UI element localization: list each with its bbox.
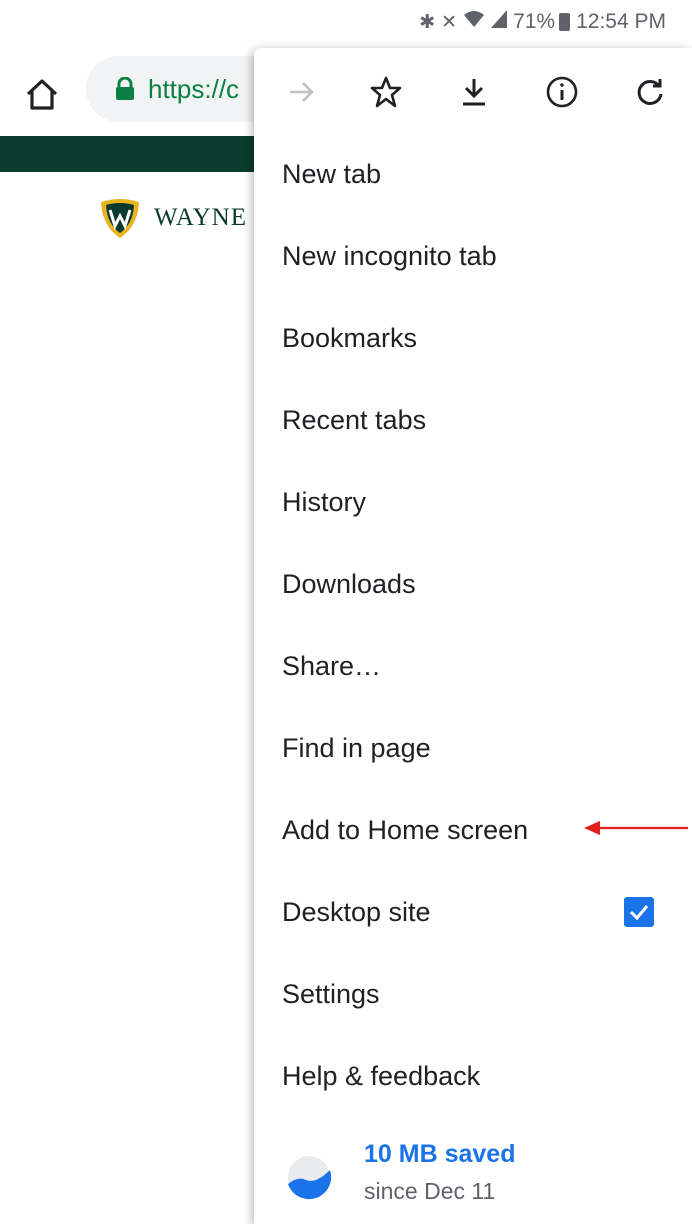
menu-item-label: History [282,486,367,517]
menu-item-bookmarks[interactable]: Bookmarks [282,308,682,368]
menu-item-desktop-site[interactable]: Desktop site [282,882,682,942]
signal-icon [491,10,508,34]
screen: ✱ ✕ 71% 12:54 PM https://c WAYNE New tab… [0,0,692,1224]
wifi-icon [463,10,485,34]
menu-item-label: Desktop site [282,896,431,927]
url-text: https://c [148,73,240,104]
menu-item-new-incognito-tab[interactable]: New incognito tab [282,226,682,286]
menu-item-label: Recent tabs [282,404,427,435]
menu-item-downloads[interactable]: Downloads [282,554,682,614]
battery-icon [559,13,571,31]
menu-item-history[interactable]: History [282,472,682,532]
lock-icon [114,76,136,101]
clock: 12:54 PM [576,10,666,33]
menu-item-recent-tabs[interactable]: Recent tabs [282,390,682,450]
menu-item-label: New tab [282,158,382,189]
menu-item-settings[interactable]: Settings [282,964,682,1024]
menu-item-label: Share… [282,650,382,681]
data-saver-icon [286,1154,332,1200]
annotation-arrow-icon [584,821,688,835]
status-bar: ✱ ✕ 71% 12:54 PM [0,0,692,44]
refresh-icon[interactable] [630,72,670,112]
home-icon[interactable] [22,74,62,114]
menu-item-help-feedback[interactable]: Help & feedback [282,1046,682,1106]
battery-percent: 71% [513,10,556,33]
site-logo[interactable]: WAYNE [98,196,247,240]
overflow-menu: New tab New incognito tab Bookmarks Rece… [254,48,692,1224]
menu-item-share[interactable]: Share… [282,636,682,696]
menu-item-label: Add to Home screen [282,814,529,845]
desktop-site-checkbox[interactable] [624,897,654,927]
menu-item-new-tab[interactable]: New tab [282,144,682,204]
menu-item-label: Settings [282,978,380,1009]
download-icon[interactable] [454,72,494,112]
menu-item-find-in-page[interactable]: Find in page [282,718,682,778]
mute-icon: ✕ [441,11,458,33]
data-saver-summary[interactable]: 10 MB saved since Dec 11 [282,1136,682,1216]
bluetooth-icon: ✱ [419,11,436,33]
star-icon[interactable] [366,72,406,112]
info-icon[interactable] [542,72,582,112]
menu-item-label: New incognito tab [282,240,497,271]
menu-item-label: Help & feedback [282,1060,481,1091]
menu-item-label: Downloads [282,568,416,599]
menu-item-label: Find in page [282,732,431,763]
menu-item-label: Bookmarks [282,322,418,353]
logo-text: WAYNE [154,204,247,231]
data-saved-since: since Dec 11 [364,1178,496,1204]
forward-icon[interactable] [282,72,322,112]
menu-icon-row [254,48,692,136]
shield-logo-icon [98,196,142,240]
check-icon [629,905,649,921]
data-saved-amount: 10 MB saved [364,1140,516,1168]
